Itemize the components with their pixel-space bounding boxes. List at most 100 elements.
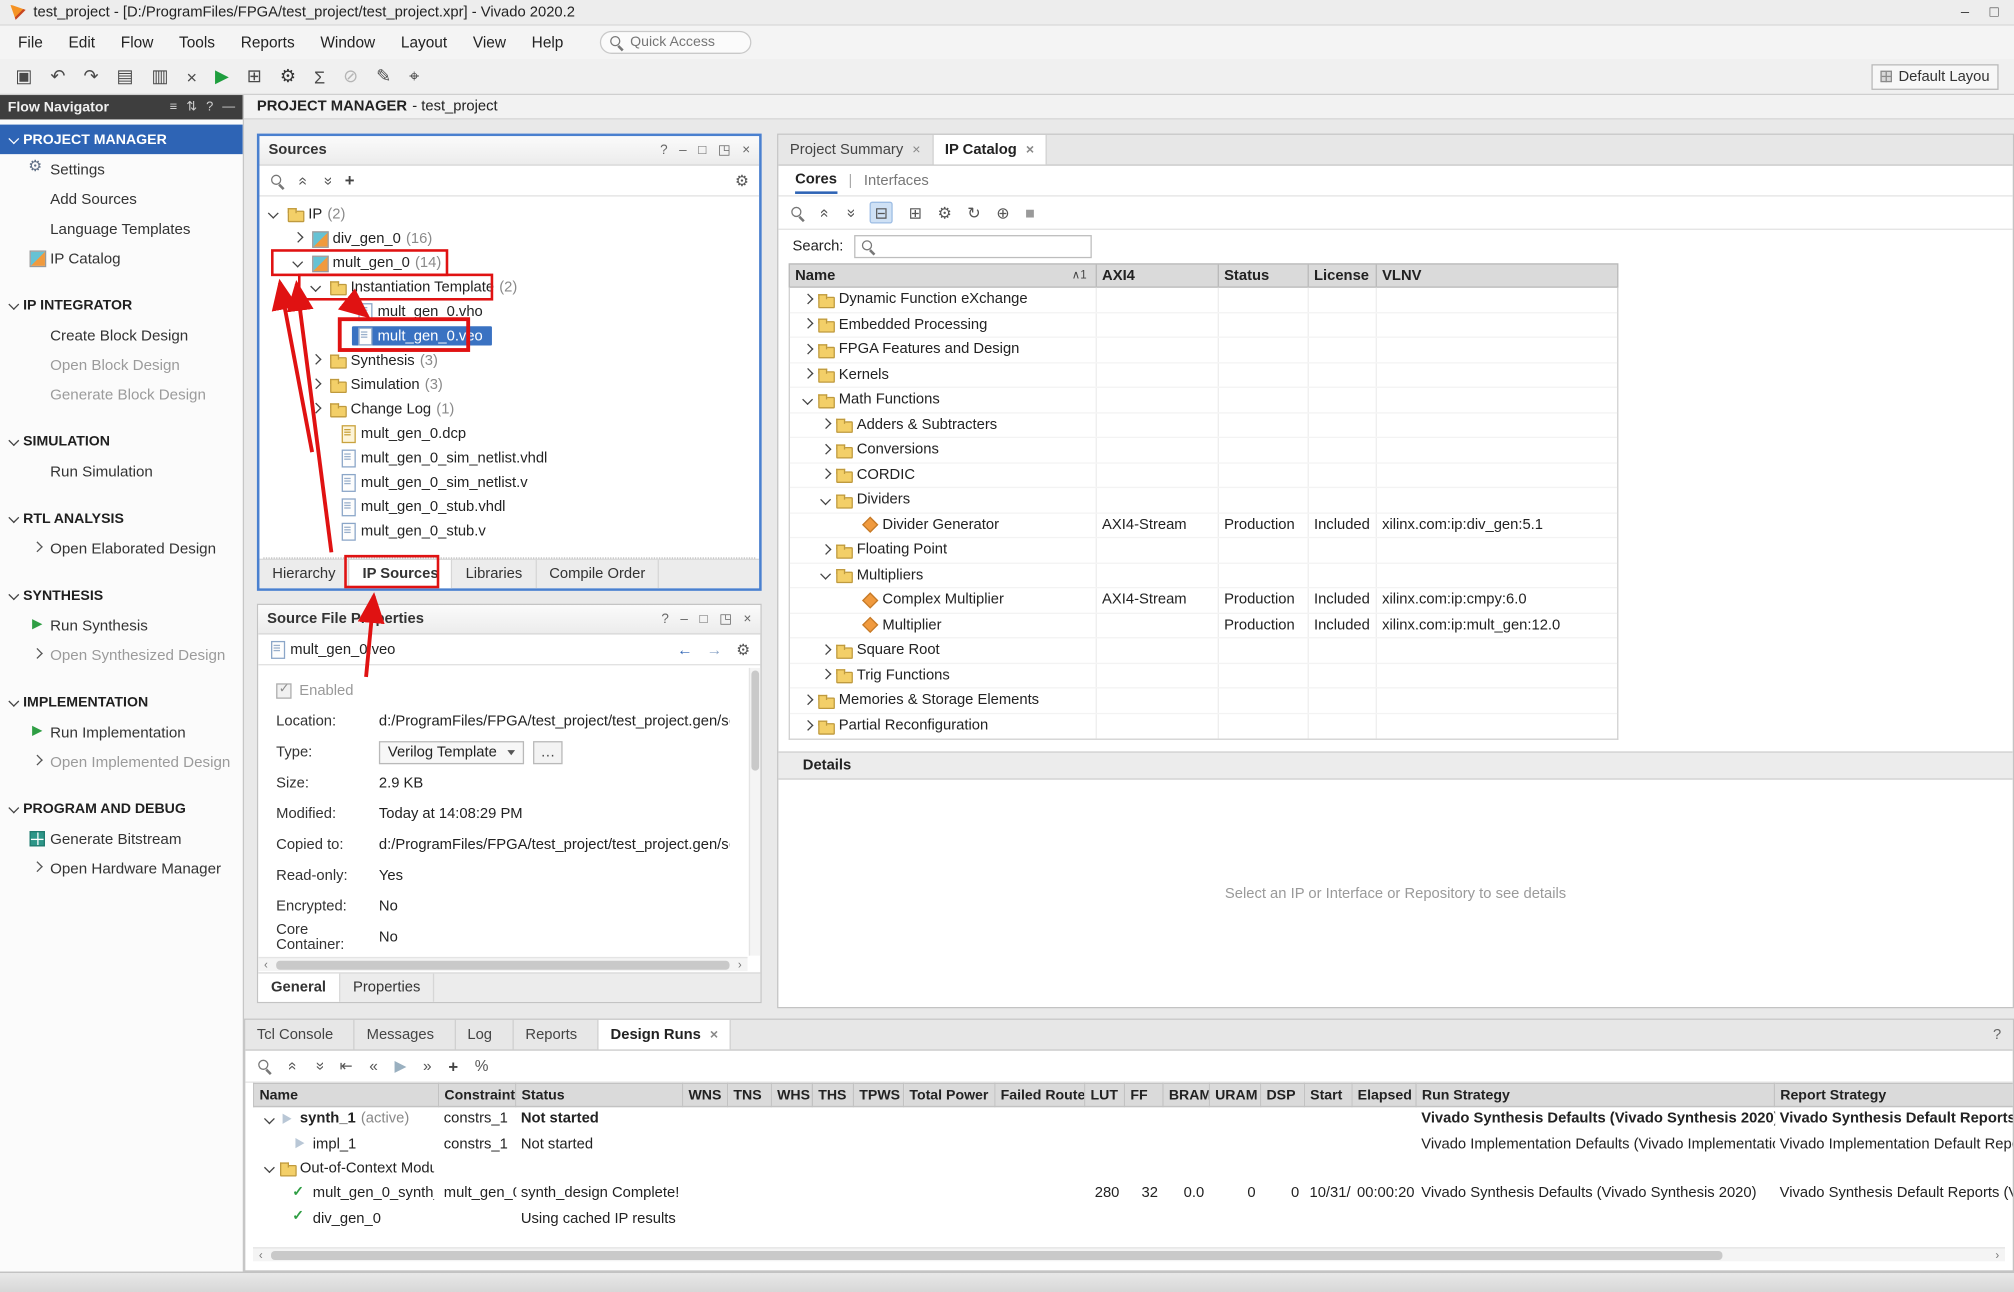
catalog-row[interactable]: Kernels	[790, 363, 1617, 388]
minimize-button[interactable]: –	[1961, 4, 1969, 19]
catalog-search-input[interactable]	[881, 239, 1074, 254]
expand-icon[interactable]	[846, 519, 858, 531]
run-icon[interactable]: ▶	[394, 1057, 406, 1075]
catalog-row[interactable]: Square Root	[790, 638, 1617, 663]
maximize-icon[interactable]: □	[700, 611, 708, 626]
prev-icon[interactable]: «	[369, 1057, 378, 1075]
design-run-row[interactable]: mult_gen_0_synth_1 mult_gen_0 synth_desi…	[254, 1181, 2014, 1206]
flow-item[interactable]: Run Implementation	[0, 717, 243, 747]
catalog-search-box[interactable]	[854, 235, 1092, 258]
collapse-all-icon[interactable]: «	[295, 176, 313, 185]
catalog-row[interactable]: Trig Functions	[790, 663, 1617, 688]
expand-icon[interactable]	[846, 594, 858, 606]
flow-item[interactable]: Open Implemented Design	[0, 746, 243, 776]
tree-item[interactable]: mult_gen_0.vho	[266, 299, 759, 323]
close-icon[interactable]: ×	[710, 1027, 718, 1042]
float-icon[interactable]: ◳	[718, 143, 731, 158]
minimize-icon[interactable]: –	[680, 611, 688, 626]
menu-item[interactable]: Help	[519, 28, 576, 56]
back-icon[interactable]: ←	[677, 640, 692, 658]
settings-gear-icon[interactable]: ⚙	[736, 640, 750, 658]
probe-icon[interactable]: ⌖	[409, 66, 419, 88]
menu-item[interactable]: Flow	[108, 28, 166, 56]
percent-icon[interactable]: %	[475, 1057, 489, 1075]
column-header[interactable]: Elapsed	[1352, 1083, 1416, 1106]
expand-icon[interactable]	[293, 232, 305, 244]
close-icon[interactable]: ×	[912, 142, 920, 157]
flow-item[interactable]: Generate Bitstream	[0, 823, 243, 853]
group-by-category-icon[interactable]: ⊟	[869, 202, 893, 224]
tree-item[interactable]: mult_gen_0_stub.vhdl	[266, 495, 759, 519]
flow-item[interactable]: Create Block Design	[0, 320, 243, 350]
search-icon[interactable]	[790, 205, 805, 220]
expand-icon[interactable]	[338, 330, 350, 342]
tree-item[interactable]: mult_gen_0.dcp	[266, 421, 759, 445]
catalog-row[interactable]: Floating Point	[790, 538, 1617, 563]
collapse-icon[interactable]: —	[222, 100, 235, 114]
scroll-right-icon[interactable]: ›	[732, 958, 747, 971]
column-header[interactable]: BRAM	[1163, 1083, 1209, 1106]
menu-item[interactable]: Window	[308, 28, 389, 56]
column-header-status[interactable]: Status	[1218, 265, 1308, 287]
help-icon[interactable]: ?	[660, 143, 668, 158]
search-icon[interactable]	[257, 1058, 272, 1073]
close-icon[interactable]: ×	[744, 611, 752, 626]
menu-item[interactable]: File	[5, 28, 56, 56]
refresh-icon[interactable]: ↻	[967, 203, 980, 222]
flow-section-header[interactable]: IMPLEMENTATION	[0, 687, 243, 717]
properties-tab[interactable]: General	[258, 974, 340, 1002]
expand-icon[interactable]	[264, 1114, 276, 1126]
design-run-row[interactable]: Out-of-Context Module Runs	[254, 1156, 2014, 1181]
expand-icon[interactable]	[321, 477, 333, 489]
search-icon[interactable]	[270, 173, 285, 188]
layout-selector[interactable]: Default Layou	[1871, 64, 1998, 90]
scroll-left-icon[interactable]: ‹	[253, 1248, 268, 1261]
tree-item[interactable]: mult_gen_0_sim_netlist.vhdl	[266, 446, 759, 470]
expand-icon[interactable]	[803, 294, 815, 306]
column-header[interactable]: TNS	[728, 1083, 772, 1106]
stepper-icon[interactable]: ⊞	[247, 66, 262, 88]
collapse-all-icon[interactable]: «	[284, 1062, 302, 1071]
delete-icon[interactable]: ×	[186, 66, 197, 87]
save-icon[interactable]: ▣	[15, 66, 32, 88]
catalog-row[interactable]: Dynamic Function eXchange	[790, 288, 1617, 313]
column-header[interactable]: Failed Routes	[995, 1083, 1085, 1106]
expand-all-icon[interactable]: «	[310, 1062, 328, 1071]
flow-item[interactable]: Language Templates	[0, 213, 243, 243]
flow-item[interactable]: Open Synthesized Design	[0, 640, 243, 670]
close-icon[interactable]: ×	[1026, 142, 1034, 157]
expand-icon[interactable]	[321, 501, 333, 513]
flow-section-header[interactable]: PROGRAM AND DEBUG	[0, 794, 243, 824]
maximize-icon[interactable]: □	[698, 143, 706, 158]
tree-item[interactable]: IP (2)	[266, 202, 759, 226]
float-icon[interactable]: ◳	[719, 611, 732, 626]
catalog-row[interactable]: FPGA Features and Design	[790, 338, 1617, 363]
document-tab[interactable]: Project Summary ×	[778, 135, 933, 165]
flow-section-header[interactable]: SIMULATION	[0, 426, 243, 456]
tree-item[interactable]: mult_gen_0 (14)	[266, 250, 759, 274]
expand-icon[interactable]	[803, 369, 815, 381]
menu-item[interactable]: Layout	[388, 28, 460, 56]
help-icon[interactable]: ?	[661, 611, 669, 626]
column-header[interactable]: Total Power	[904, 1083, 995, 1106]
bottom-tab[interactable]: Log	[456, 1020, 514, 1050]
expand-icon[interactable]	[321, 452, 333, 464]
scroll-right-icon[interactable]: ›	[1990, 1248, 2005, 1261]
flow-item[interactable]: Open Hardware Manager	[0, 853, 243, 883]
scroll-left-icon[interactable]: ‹	[258, 958, 273, 971]
column-header[interactable]: WNS	[683, 1083, 728, 1106]
expand-icon[interactable]	[338, 306, 350, 318]
expand-icon[interactable]	[821, 469, 833, 481]
browse-button[interactable]: …	[533, 741, 563, 764]
column-header[interactable]: FF	[1125, 1083, 1164, 1106]
quick-access-search[interactable]	[599, 31, 751, 54]
bottom-tab[interactable]: Tcl Console	[245, 1020, 355, 1050]
column-header[interactable]: Start	[1304, 1083, 1352, 1106]
add-sources-icon[interactable]: +	[345, 171, 355, 190]
flow-section-header[interactable]: RTL ANALYSIS	[0, 504, 243, 534]
settings-gear-icon[interactable]: ⚙	[735, 171, 749, 189]
tree-item[interactable]: div_gen_0 (16)	[266, 226, 759, 250]
sources-tab[interactable]: Libraries	[453, 560, 537, 588]
design-run-row[interactable]: div_gen_0 Using cached IP results	[254, 1206, 2014, 1231]
disable-icon[interactable]: ⊘	[343, 66, 358, 88]
